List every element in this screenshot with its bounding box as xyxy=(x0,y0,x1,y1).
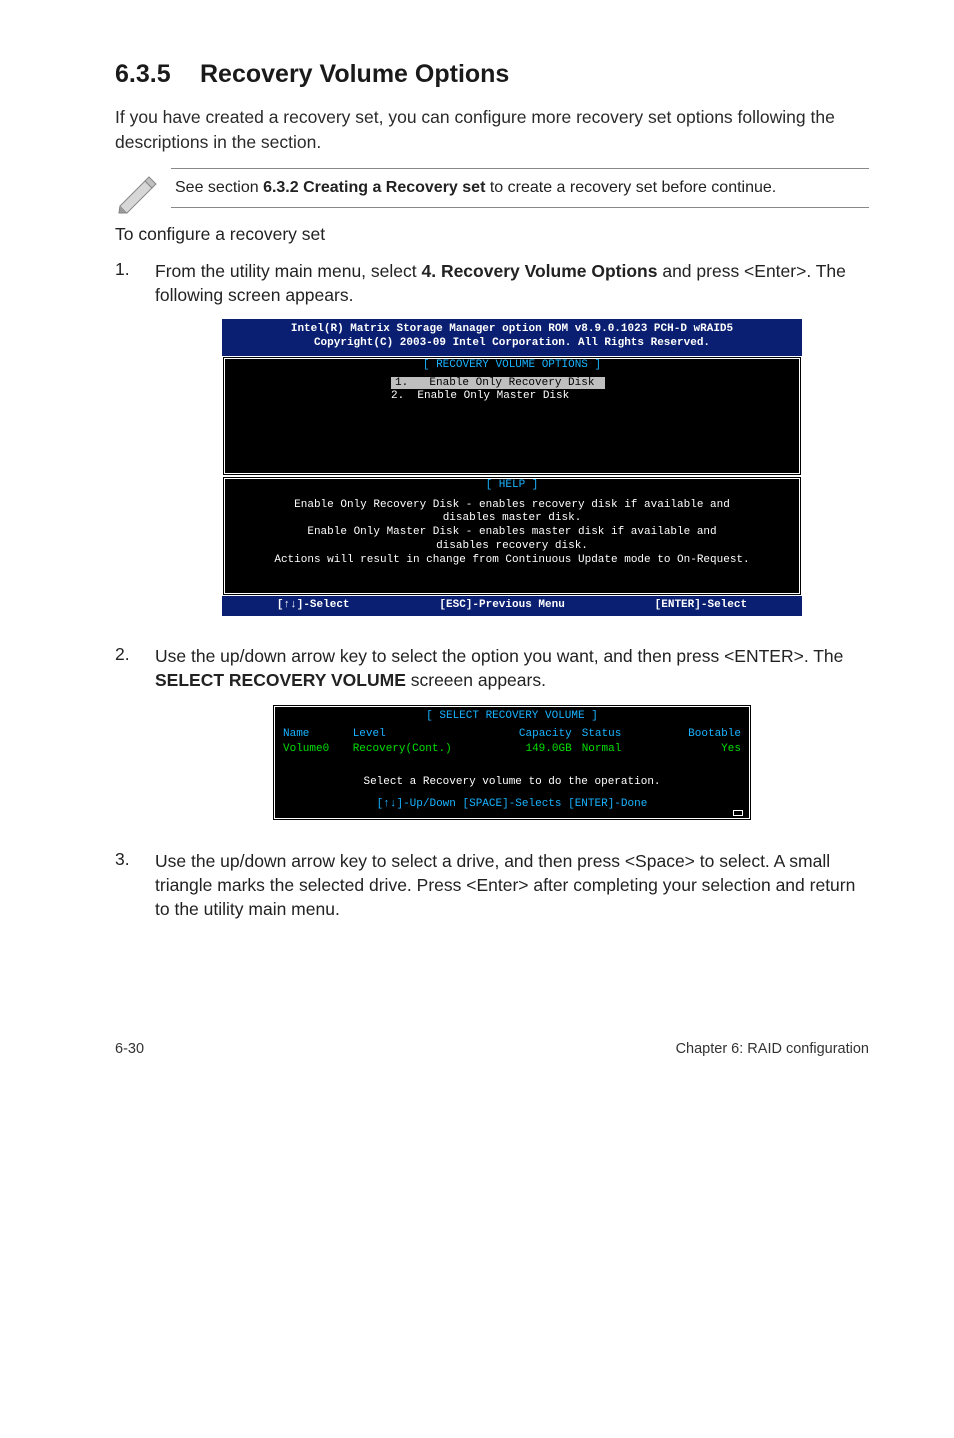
bios1-foot-prev: [ESC]-Previous Menu xyxy=(439,599,564,613)
resize-corner-icon xyxy=(733,810,743,816)
col-status: Status xyxy=(582,727,652,742)
footer-chapter-title: Chapter 6: RAID configuration xyxy=(676,1041,869,1057)
bios2-msg1: Select a Recovery volume to do the opera… xyxy=(283,775,741,790)
row-capacity: 149.0GB xyxy=(502,742,582,757)
bios1-help-title: [ HELP ] xyxy=(231,479,793,493)
row-level: Recovery(Cont.) xyxy=(353,742,502,757)
bios1-opt1-num: 1. xyxy=(391,377,412,389)
col-name: Name xyxy=(283,727,353,742)
step-1: 1. From the utility main menu, select 4.… xyxy=(115,259,869,634)
step-body: Use the up/down arrow key to select a dr… xyxy=(155,849,869,921)
bios2-msg2: [↑↓]-Up/Down [SPACE]-Selects [ENTER]-Don… xyxy=(283,797,741,812)
step-number: 2. xyxy=(115,644,155,839)
note-prefix: See section xyxy=(175,179,263,196)
s2-pre: Use the up/down arrow key to select the … xyxy=(155,646,843,666)
bios2-data-row: Volume0 Recovery(Cont.) 149.0GB Normal Y… xyxy=(283,742,741,757)
col-bootable: Bootable xyxy=(651,727,741,742)
step-body: From the utility main menu, select 4. Re… xyxy=(155,259,869,634)
note-bold: 6.3.2 Creating a Recovery set xyxy=(263,179,485,196)
bios1-opt1-text: Enable Only Recovery Disk xyxy=(412,377,605,389)
bios1-foot-select: [↑↓]-Select xyxy=(277,599,350,613)
bios1-option1: 1. Enable Only Recovery Disk xyxy=(391,377,793,391)
bios1-header-line2: Copyright(C) 2003-09 Intel Corporation. … xyxy=(228,337,796,351)
s1-bold: 4. Recovery Volume Options xyxy=(421,261,657,281)
bios1-foot-enter: [ENTER]-Select xyxy=(655,599,747,613)
bios1-footer: [↑↓]-Select [ESC]-Previous Menu [ENTER]-… xyxy=(222,596,802,616)
page-footer: 6-30 Chapter 6: RAID configuration xyxy=(0,971,954,1097)
bios-screenshot-1: Intel(R) Matrix Storage Manager option R… xyxy=(222,319,802,615)
bios1-panel-title: [ RECOVERY VOLUME OPTIONS ] xyxy=(231,359,793,373)
note-text: See section 6.3.2 Creating a Recovery se… xyxy=(171,168,869,208)
step-number: 1. xyxy=(115,259,155,634)
col-level: Level xyxy=(353,727,502,742)
configure-line: To configure a recovery set xyxy=(115,224,869,245)
bios1-option2: 2. Enable Only Master Disk xyxy=(391,390,793,404)
bios2-panel-title: [ SELECT RECOVERY VOLUME ] xyxy=(283,709,741,724)
note-box: See section 6.3.2 Creating a Recovery se… xyxy=(115,168,869,214)
section-title: Recovery Volume Options xyxy=(200,60,509,88)
note-suffix: to create a recovery set before continue… xyxy=(485,179,776,196)
footer-page-number: 6-30 xyxy=(115,1041,144,1057)
section-heading: 6.3.5Recovery Volume Options xyxy=(115,60,869,89)
bios1-help-panel: [ HELP ] Enable Only Recovery Disk - ena… xyxy=(222,476,802,596)
bios1-help-text: Enable Only Recovery Disk - enables reco… xyxy=(231,497,793,570)
bios2-header-row: Name Level Capacity Status Bootable xyxy=(283,727,741,742)
step-number: 3. xyxy=(115,849,155,921)
intro-paragraph: If you have created a recovery set, you … xyxy=(115,105,869,154)
bios1-header-line1: Intel(R) Matrix Storage Manager option R… xyxy=(228,323,796,337)
step-3: 3. Use the up/down arrow key to select a… xyxy=(115,849,869,921)
step-body: Use the up/down arrow key to select the … xyxy=(155,644,869,839)
col-capacity: Capacity xyxy=(502,727,582,742)
row-status: Normal xyxy=(582,742,652,757)
s1-pre: From the utility main menu, select xyxy=(155,261,421,281)
bios1-options-panel: [ RECOVERY VOLUME OPTIONS ] 1. Enable On… xyxy=(222,356,802,476)
s2-post: screeen appears. xyxy=(406,670,546,690)
step-2: 2. Use the up/down arrow key to select t… xyxy=(115,644,869,839)
bios1-header: Intel(R) Matrix Storage Manager option R… xyxy=(222,319,802,356)
bios-screenshot-2: [ SELECT RECOVERY VOLUME ] Name Level Ca… xyxy=(272,704,752,821)
row-bootable: Yes xyxy=(651,742,741,757)
row-name: Volume0 xyxy=(283,742,353,757)
pencil-icon xyxy=(115,168,171,214)
s2-bold: SELECT RECOVERY VOLUME xyxy=(155,670,406,690)
section-number: 6.3.5 xyxy=(115,60,200,89)
